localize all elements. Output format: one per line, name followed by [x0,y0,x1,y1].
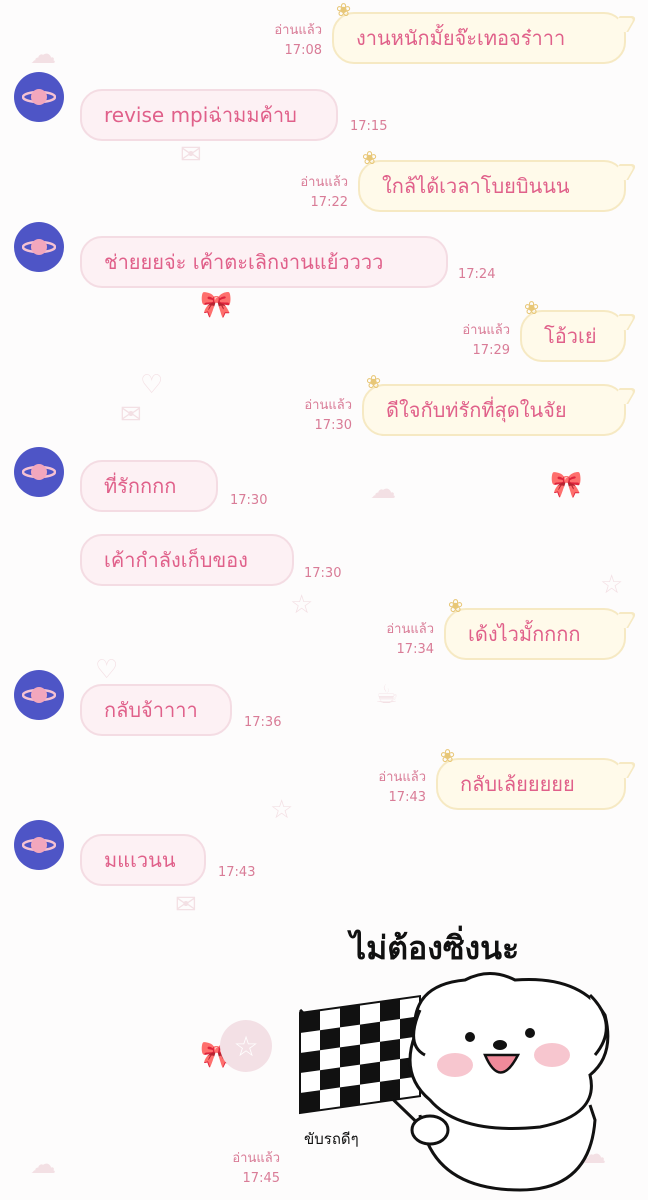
message-text: เด้งไวมั้กกกก [468,622,581,646]
message-time: 17:08 [284,43,322,58]
contact-avatar[interactable] [14,447,64,497]
planet-icon [22,687,56,703]
message-time: 17:43 [218,865,256,880]
message-text: revise mpiฉ่ามมค้าบ [104,103,297,127]
message-time: 17:43 [388,790,426,805]
bow-icon: ❀ [524,298,540,319]
message-time: 17:30 [314,418,352,433]
contact-avatar[interactable] [14,820,64,870]
read-receipt: อ่านแล้ว [232,1151,280,1166]
outgoing-message[interactable]: ❀ งานหนักมั้ยจ๊ะเทอจร๋าาา [332,0,626,64]
outgoing-message[interactable]: ❀ ดีใจกับท่รักที่สุดในจัย [362,372,626,436]
outgoing-message[interactable]: ❀ โอ้วเย่ [520,298,626,362]
incoming-message[interactable]: กลับจ้าาาา [80,684,232,736]
message-time: 17:15 [350,119,388,134]
message-text: งานหนักมั้ยจ๊ะเทอจร๋าาา [356,26,566,50]
message-text: กลับเล้ยยยยย [460,772,575,796]
planet-icon [22,89,56,105]
bow-icon: ❀ [366,372,382,393]
chat-log: อ่านแล้ว 17:08 ❀ งานหนักมั้ยจ๊ะเทอจร๋าาา… [0,0,648,1200]
message-time: 17:45 [242,1171,280,1186]
message-time: 17:34 [396,642,434,657]
message-time: 17:30 [230,493,268,508]
dog-with-checkered-flag-sticker [298,972,610,1192]
bow-icon: ❀ [440,746,456,767]
incoming-message[interactable]: ที่รักกกก [80,460,218,512]
message-text: กลับจ้าาาา [104,698,198,722]
bow-icon: ❀ [362,148,378,169]
outgoing-message[interactable]: ❀ กลับเล้ยยยยย [436,746,626,810]
planet-icon [22,239,56,255]
message-text: มแเวนน [104,848,176,872]
message-text: ที่รักกกก [104,474,177,498]
sticker-favorite-button[interactable]: ☆ [220,1020,272,1072]
message-time: 17:36 [244,715,282,730]
sticker-caption: ขับรถดีๆ [304,1130,359,1148]
read-receipt: อ่านแล้ว [386,622,434,637]
contact-avatar[interactable] [14,222,64,272]
message-text: โอ้วเย่ [544,324,597,348]
planet-icon [22,837,56,853]
contact-avatar[interactable] [14,670,64,720]
read-receipt: อ่านแล้ว [462,323,510,338]
planet-icon [22,464,56,480]
read-receipt: อ่านแล้ว [378,770,426,785]
read-receipt: อ่านแล้ว [300,175,348,190]
message-text: ดีใจกับท่รักที่สุดในจัย [386,398,567,422]
incoming-message[interactable]: มแเวนน [80,834,206,886]
star-icon: ☆ [233,1029,259,1063]
outgoing-message[interactable]: ❀ เด้งไวมั้กกกก [444,596,626,660]
message-text: ใกล้ได้เวลาโบยบินนน [382,174,570,198]
incoming-message[interactable]: เค้ากำลังเก็บของ [80,534,294,586]
message-time: 17:30 [304,566,342,581]
read-receipt: อ่านแล้ว [304,398,352,413]
sticker-message[interactable]: ไม่ต้องซิ่งนะ ขับรถดีๆ [290,905,620,1195]
message-time: 17:29 [472,343,510,358]
read-receipt: อ่านแล้ว [274,23,322,38]
bow-icon: ❀ [336,0,352,21]
bow-icon: ❀ [448,596,464,617]
message-text: เค้ากำลังเก็บของ [104,548,248,572]
outgoing-message[interactable]: ❀ ใกล้ได้เวลาโบยบินนน [358,148,626,212]
message-text: ช่ายยยจ่ะ เค้าตะเลิกงานแย้วววว [104,250,384,274]
message-time: 17:22 [310,195,348,210]
incoming-message[interactable]: ช่ายยยจ่ะ เค้าตะเลิกงานแย้วววว [80,236,448,288]
message-time: 17:24 [458,267,496,282]
incoming-message[interactable]: revise mpiฉ่ามมค้าบ [80,89,338,141]
contact-avatar[interactable] [14,72,64,122]
